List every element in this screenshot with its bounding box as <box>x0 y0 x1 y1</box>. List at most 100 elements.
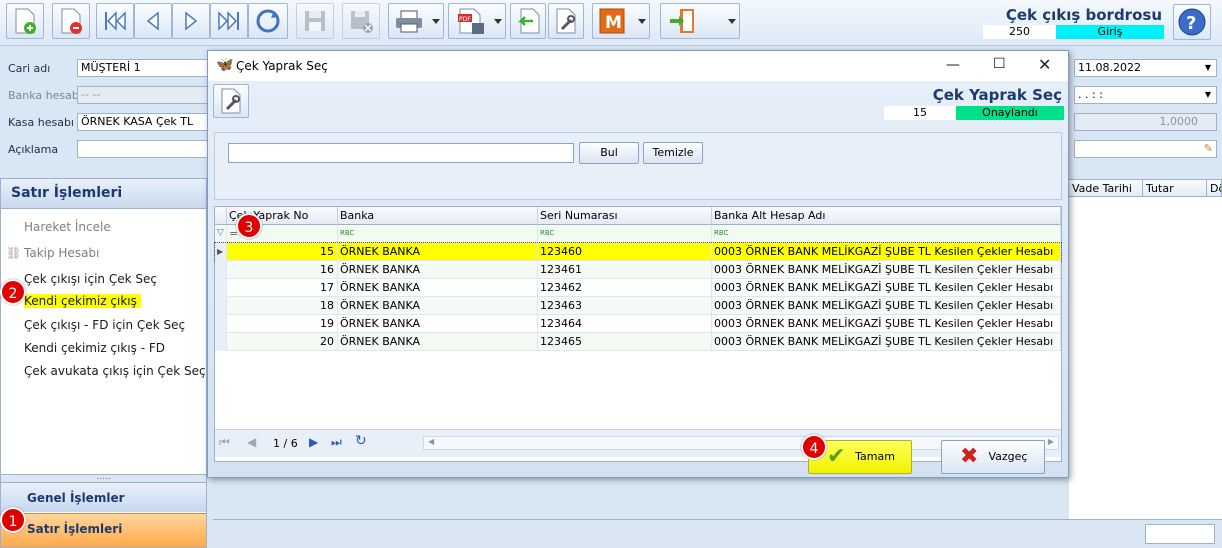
table-row[interactable]: 19 ÖRNEK BANKA 123464 0003 ÖRNEK BANK MELİK… <box>215 315 1061 333</box>
cari-field[interactable]: MÜŞTERİ 1 <box>77 59 209 77</box>
cari-label: Cari adı <box>8 62 51 75</box>
menu-kendi-cekimiz-cikis[interactable]: Kendi çekimiz çıkış <box>24 294 141 308</box>
new-document-icon <box>15 8 36 34</box>
aciklama-field[interactable] <box>77 140 209 158</box>
col-banka[interactable]: Banka <box>338 207 538 225</box>
menu-cek-avukata[interactable]: Çek avukata çıkış için Çek Seç <box>24 364 206 378</box>
next-icon <box>185 11 198 31</box>
cell-serial: 123461 <box>538 261 712 279</box>
rate-field[interactable]: 1,0000 <box>1074 113 1217 131</box>
help-button[interactable]: ? <box>1173 4 1211 40</box>
next-record-button[interactable] <box>172 3 210 39</box>
nav-satir-islemleri[interactable]: Satır İşlemleri <box>1 513 206 547</box>
exit-door-icon <box>670 9 694 33</box>
row-indicator[interactable] <box>215 261 227 279</box>
col-vade-tarihi[interactable]: Vade Tarihi <box>1069 179 1143 197</box>
filter-cell-hesap[interactable]: RBC <box>712 225 1061 243</box>
last-record-button[interactable] <box>210 3 248 39</box>
cell-bank: ÖRNEK BANKA <box>338 279 538 297</box>
menu-cek-cikisi-fd[interactable]: Çek çıkışı - FD için Çek Seç <box>24 318 185 332</box>
nav-genel-islemler[interactable]: Genel İşlemler <box>1 482 206 512</box>
dialog-status-badge: Onaylandı <box>956 106 1064 120</box>
cancel-button[interactable]: ✖ Vazgeç <box>941 440 1045 474</box>
scroll-left-icon[interactable]: ◀ <box>428 437 434 446</box>
col-seri-numarasi[interactable]: Seri Numarası <box>538 207 712 225</box>
menu-cek-cikisi-cek-sec[interactable]: Çek çıkışı için Çek Seç <box>24 272 157 286</box>
import-button[interactable] <box>510 3 546 39</box>
filter-cell-banka[interactable]: RBC <box>338 225 538 243</box>
next-page-icon[interactable]: ▶ <box>309 435 318 449</box>
refresh-icon[interactable]: ↻ <box>355 433 367 449</box>
status-footer <box>213 519 1222 548</box>
minimize-icon[interactable]: — <box>946 57 960 73</box>
save-icon <box>305 11 325 31</box>
last-icon <box>218 11 239 31</box>
menu-hareket-incele[interactable]: Hareket İncele <box>24 220 111 234</box>
first-record-button[interactable] <box>96 3 134 39</box>
cell-bank: ÖRNEK BANKA <box>338 315 538 333</box>
table-row[interactable]: 16 ÖRNEK BANKA 123461 0003 ÖRNEK BANK MELİK… <box>215 261 1061 279</box>
table-row[interactable]: 18 ÖRNEK BANKA 123463 0003 ÖRNEK BANK MELİK… <box>215 297 1061 315</box>
row-indicator[interactable] <box>215 333 227 351</box>
save-button[interactable] <box>296 3 334 39</box>
link-icon: ⛓ <box>6 246 22 260</box>
cell-serial: 123463 <box>538 297 712 315</box>
last-page-icon[interactable]: ⏭ <box>331 435 342 450</box>
maximize-icon[interactable]: ☐ <box>993 56 1006 72</box>
svg-text:PDF: PDF <box>459 16 471 23</box>
splitter-grip[interactable]: ..... <box>1 473 206 482</box>
export-pdf-button[interactable]: PDF <box>448 3 506 39</box>
cell-serial: 123460 <box>538 243 712 261</box>
scroll-right-icon[interactable]: ▶ <box>1048 437 1054 446</box>
col-doviz[interactable]: Dö <box>1207 179 1222 197</box>
find-button[interactable]: Bul <box>579 142 639 164</box>
search-input[interactable] <box>228 143 574 163</box>
delete-record-button[interactable] <box>52 3 90 39</box>
col-tutar[interactable]: Tutar <box>1143 179 1207 197</box>
exit-button[interactable] <box>660 3 740 39</box>
row-indicator[interactable]: ▶ <box>215 243 227 261</box>
lines-grid <box>1069 179 1222 519</box>
butterfly-icon: 🦋 <box>216 57 234 73</box>
m-menu-button[interactable]: M <box>592 3 650 39</box>
cell-no: 15 <box>227 243 338 261</box>
time-field[interactable]: . . : : ▼ <box>1074 86 1217 104</box>
row-indicator-header <box>215 207 227 225</box>
clear-button[interactable]: Temizle <box>643 142 703 164</box>
previous-record-button[interactable] <box>134 3 172 39</box>
print-button[interactable] <box>388 3 444 39</box>
new-record-button[interactable] <box>6 3 44 39</box>
cell-account: 0003 ÖRNEK BANK MELİKGAZİ ŞUBE TL Kesile… <box>712 261 1061 279</box>
row-indicator[interactable] <box>215 297 227 315</box>
table-row[interactable]: ▶ 15 ÖRNEK BANKA 123460 0003 ÖRNEK BANK MELİ… <box>214 242 1062 262</box>
ok-label: Tamam <box>855 450 895 463</box>
dialog-count: 15 <box>884 106 956 120</box>
table-row[interactable]: 20 ÖRNEK BANKA 123465 0003 ÖRNEK BANK MELİK… <box>215 333 1061 351</box>
save-close-button[interactable] <box>342 3 380 39</box>
first-page-icon[interactable]: ⏮ <box>219 435 230 450</box>
import-document-icon <box>517 8 540 34</box>
document-settings-button[interactable] <box>548 3 584 39</box>
banka-field[interactable]: -- -- <box>77 86 209 104</box>
table-row[interactable]: 17 ÖRNEK BANKA 123462 0003 ÖRNEK BANK MELİK… <box>215 279 1061 297</box>
m-letter-icon: M <box>599 8 625 34</box>
check-icon: ✔ <box>827 444 846 469</box>
close-icon[interactable]: ✕ <box>1038 55 1051 74</box>
chevron-down-icon: ▼ <box>1204 63 1211 72</box>
date-field[interactable]: 11.08.2022 ▼ <box>1074 59 1217 77</box>
menu-kendi-cekimiz-fd[interactable]: Kendi çekimiz çıkış - FD <box>24 341 165 355</box>
dialog-window-title: Çek Yaprak Seç <box>236 59 328 73</box>
filter-cell-seri[interactable]: RBC <box>538 225 712 243</box>
pencil-icon: ✎ <box>1203 142 1213 155</box>
row-indicator[interactable] <box>215 315 227 333</box>
banka-label: Banka hesabı <box>8 89 82 102</box>
prev-page-icon[interactable]: ◀ <box>247 435 256 449</box>
menu-takip-hesabi[interactable]: Takip Hesabı <box>24 246 99 260</box>
kasa-field[interactable]: ÖRNEK KASA Çek TL <box>77 113 209 131</box>
col-banka-alt-hesap[interactable]: Banka Alt Hesap Adı <box>712 207 1061 225</box>
dialog-settings-button[interactable] <box>213 84 249 118</box>
row-indicator[interactable] <box>215 279 227 297</box>
cell-bank: ÖRNEK BANKA <box>338 297 538 315</box>
refresh-button[interactable] <box>248 3 288 39</box>
aciklama-extra-field[interactable]: ✎ <box>1074 140 1217 158</box>
